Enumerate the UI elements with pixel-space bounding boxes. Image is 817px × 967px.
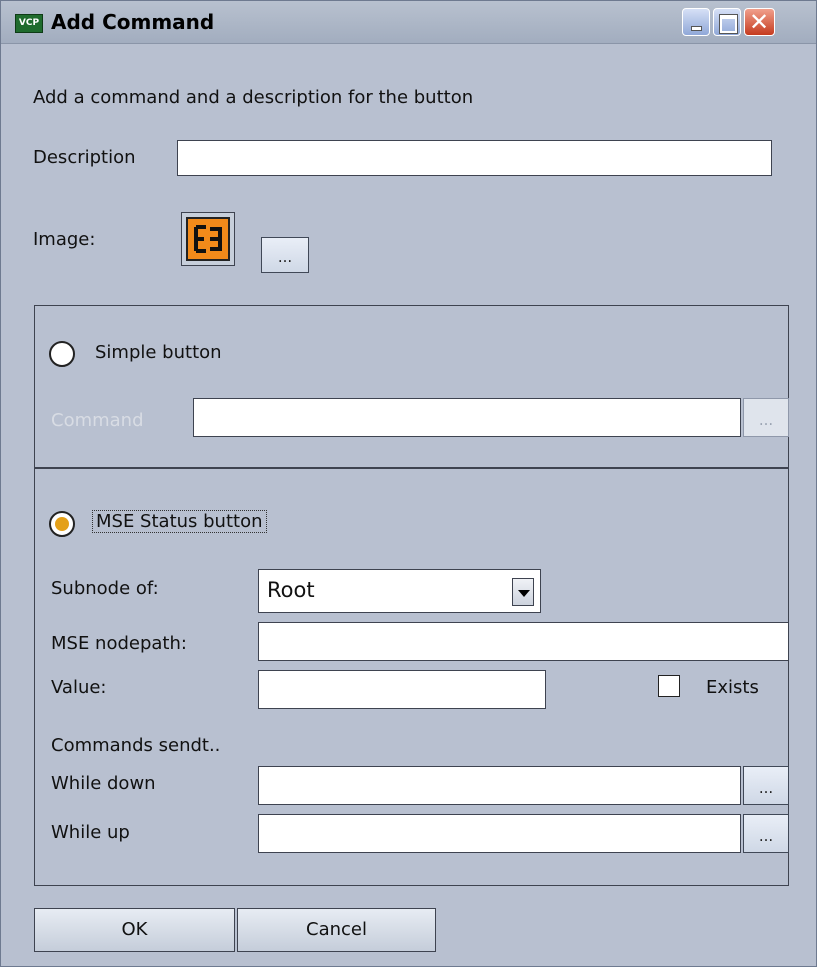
image-browse-button[interactable]: ... (261, 237, 309, 273)
value-label: Value: (51, 677, 107, 698)
while-down-browse-button[interactable]: ... (743, 766, 789, 805)
add-command-dialog: VCP Add Command ✕ Add a command and a de… (0, 0, 817, 967)
commands-heading: Commands sendt.. (51, 735, 221, 756)
window-title: Add Command (51, 10, 215, 34)
image-preview (181, 212, 235, 266)
nodepath-label: MSE nodepath: (51, 633, 187, 654)
command-label: Command (51, 410, 144, 431)
exists-checkbox[interactable] (658, 675, 680, 697)
subnode-dropdown[interactable]: Root (258, 569, 541, 613)
minimize-button[interactable] (682, 8, 710, 36)
simple-button-group (34, 305, 789, 469)
bracket-icon (194, 225, 222, 253)
dropdown-arrow-button[interactable] (512, 578, 534, 606)
subnode-label: Subnode of: (51, 578, 159, 599)
title-bar[interactable]: VCP Add Command ✕ (1, 1, 816, 44)
description-input[interactable] (177, 140, 772, 176)
image-label: Image: (33, 229, 96, 250)
maximize-icon (719, 14, 738, 34)
while-down-label: While down (51, 773, 156, 794)
subnode-value: Root (267, 578, 315, 602)
simple-button-label[interactable]: Simple button (95, 342, 222, 363)
command-input[interactable] (193, 398, 741, 437)
chevron-down-icon (518, 590, 530, 597)
maximize-button[interactable] (713, 8, 741, 36)
ok-button[interactable]: OK (34, 908, 235, 952)
while-up-label: While up (51, 822, 130, 843)
close-button[interactable]: ✕ (744, 8, 775, 36)
value-input[interactable] (258, 670, 546, 709)
command-browse-button[interactable]: ... (743, 398, 789, 437)
simple-button-radio[interactable] (49, 341, 75, 367)
nodepath-input[interactable] (258, 622, 789, 661)
description-label: Description (33, 147, 136, 168)
while-down-input[interactable] (258, 766, 741, 805)
mse-status-radio[interactable] (49, 511, 75, 537)
close-icon: ✕ (749, 8, 770, 36)
app-icon: VCP (15, 14, 43, 33)
radio-selected-dot (55, 517, 69, 531)
command-image-icon (186, 217, 230, 261)
cancel-button[interactable]: Cancel (237, 908, 436, 952)
while-up-input[interactable] (258, 814, 741, 853)
mse-status-label[interactable]: MSE Status button (92, 510, 267, 533)
instructions-text: Add a command and a description for the … (33, 87, 474, 108)
minimize-icon (691, 26, 702, 31)
exists-label[interactable]: Exists (706, 677, 759, 698)
while-up-browse-button[interactable]: ... (743, 814, 789, 853)
